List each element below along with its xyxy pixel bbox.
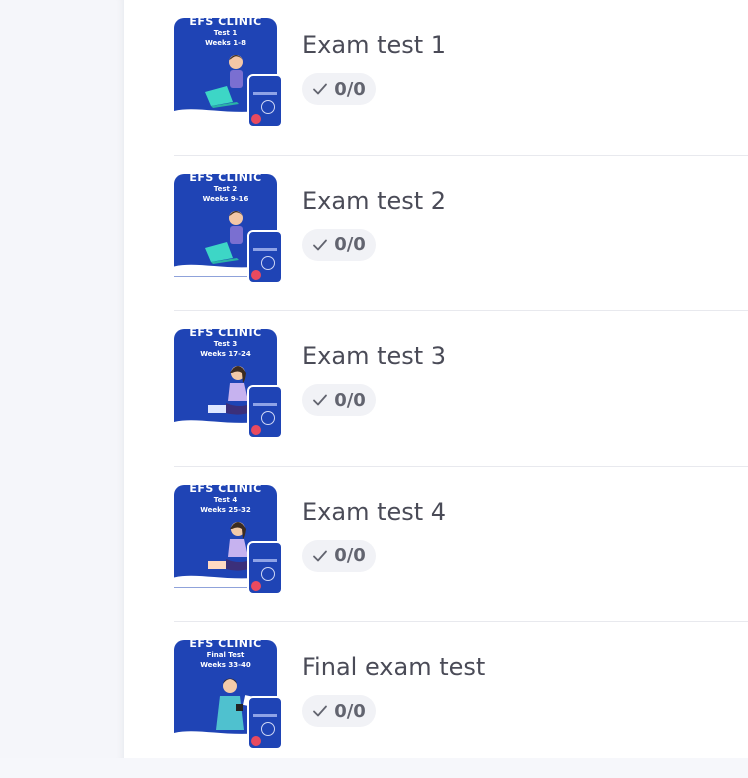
cover-brand: EFS CLINIC xyxy=(189,18,262,28)
list-item[interactable]: EFS CLINIC Final Test Weeks 33-40 Final … xyxy=(174,622,748,778)
cover-weeks-label: Weeks 1-8 xyxy=(205,39,246,47)
cover-badge-image xyxy=(247,229,283,284)
course-thumbnail[interactable]: EFS CLINIC Test 2 Weeks 9-16 xyxy=(174,173,284,284)
course-title[interactable]: Exam test 1 xyxy=(302,31,446,59)
progress-badge: 0/0 xyxy=(302,73,376,105)
cover-badge-image xyxy=(247,385,283,439)
course-thumbnail[interactable]: EFS CLINIC Test 4 Weeks 25-32 xyxy=(174,484,284,595)
cover-weeks-label: Weeks 9-16 xyxy=(202,194,249,203)
progress-count: 0/0 xyxy=(334,78,366,100)
list-item[interactable]: EFS CLINIC Test 3 Weeks 17-24 Exam test … xyxy=(174,311,748,467)
progress-count: 0/0 xyxy=(334,389,366,411)
cover-test-label: Test 1 xyxy=(213,29,238,37)
cover-brand: EFS CLINIC xyxy=(189,329,262,339)
cover-brand: EFS CLINIC xyxy=(189,484,262,495)
course-title[interactable]: Exam test 4 xyxy=(302,498,446,526)
progress-badge: 0/0 xyxy=(302,539,376,572)
cover-weeks-label: Weeks 25-32 xyxy=(200,505,251,514)
progress-badge: 0/0 xyxy=(302,695,376,727)
cover-weeks-label: Weeks 17-24 xyxy=(200,350,251,358)
course-title[interactable]: Final exam test xyxy=(302,653,485,681)
check-icon xyxy=(313,394,328,406)
cover-test-label: Final Test xyxy=(206,651,245,659)
progress-badge: 0/0 xyxy=(302,384,376,416)
cover-badge-image xyxy=(247,540,283,595)
cover-brand: EFS CLINIC xyxy=(189,640,262,650)
check-icon xyxy=(313,550,328,561)
course-list-panel: EFS CLINIC Test 1 Weeks 1-8 Exam test 1 … xyxy=(124,0,748,758)
left-sidebar xyxy=(0,0,124,758)
cover-test-label: Test 3 xyxy=(213,340,238,348)
course-thumbnail[interactable]: EFS CLINIC Final Test Weeks 33-40 xyxy=(174,640,284,750)
course-title[interactable]: Exam test 3 xyxy=(302,342,446,370)
cover-badge-image xyxy=(247,74,283,128)
cover-test-label: Test 2 xyxy=(213,184,238,193)
progress-count: 0/0 xyxy=(334,234,366,255)
progress-count: 0/0 xyxy=(334,700,366,722)
list-item[interactable]: EFS CLINIC Test 2 Weeks 9-16 Exam test 2… xyxy=(174,156,748,311)
list-item[interactable]: EFS CLINIC Test 1 Weeks 1-8 Exam test 1 … xyxy=(174,0,748,156)
cover-badge-image xyxy=(247,696,283,750)
check-icon xyxy=(313,705,328,717)
check-icon xyxy=(313,239,328,250)
cover-test-label: Test 4 xyxy=(213,495,238,504)
course-list: EFS CLINIC Test 1 Weeks 1-8 Exam test 1 … xyxy=(174,0,748,778)
course-thumbnail[interactable]: EFS CLINIC Test 3 Weeks 17-24 xyxy=(174,329,284,439)
course-thumbnail[interactable]: EFS CLINIC Test 1 Weeks 1-8 xyxy=(174,18,284,128)
cover-weeks-label: Weeks 33-40 xyxy=(200,661,251,669)
course-title[interactable]: Exam test 2 xyxy=(302,187,446,215)
cover-brand: EFS CLINIC xyxy=(189,173,262,184)
progress-badge: 0/0 xyxy=(302,228,376,261)
progress-count: 0/0 xyxy=(334,545,366,566)
list-item[interactable]: EFS CLINIC Test 4 Weeks 25-32 Exam test … xyxy=(174,467,748,622)
check-icon xyxy=(313,83,328,95)
